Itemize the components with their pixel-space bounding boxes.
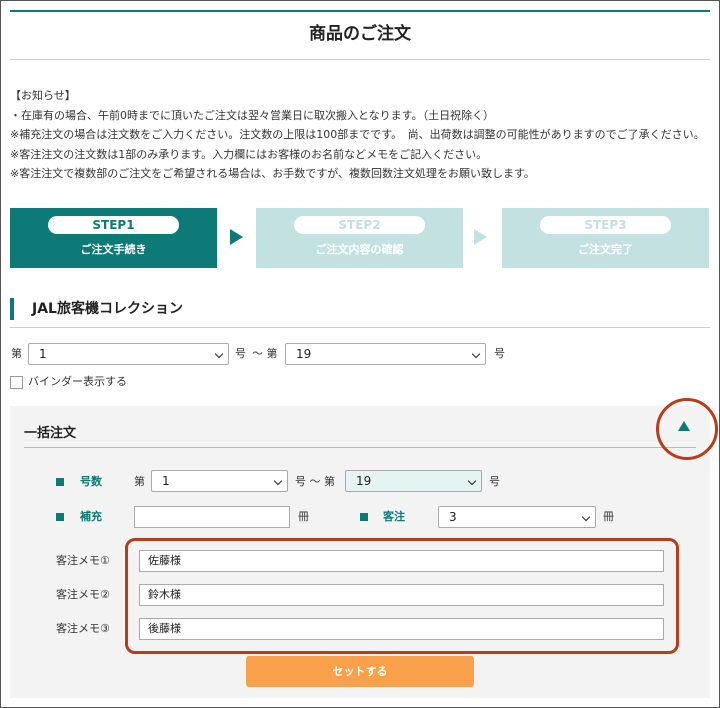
from-prefix-label: 第 [11, 347, 22, 360]
customer-order-select[interactable]: 3 [438, 506, 596, 528]
supplement-quantity-input[interactable] [134, 506, 290, 528]
issue-number-label: 号数 [80, 475, 102, 488]
memo-1-label: 客注メモ① [56, 554, 110, 567]
bulk-to-suffix: 号 [489, 475, 500, 488]
memo-1-input[interactable]: 佐藤様 [139, 550, 664, 572]
issue-to-value: 19 [296, 347, 312, 361]
divider [24, 447, 696, 448]
bulk-issue-to-select[interactable]: 19 [345, 470, 482, 492]
customer-order-unit: 冊 [603, 510, 614, 523]
step-2-sub: ご注文内容の確認 [315, 243, 404, 256]
page-title: 商品のご注文 [309, 24, 411, 44]
step-progress: STEP1 ご注文手続き STEP2 ご注文内容の確認 STEP3 ご注文完了 [10, 208, 710, 268]
memo-2-value: 鈴木様 [148, 588, 181, 601]
bulk-order-title: 一括注文 [24, 426, 77, 441]
set-button[interactable]: セットする [246, 656, 474, 687]
to-prefix-label: 〜 第 [252, 347, 278, 360]
step-2: STEP2 ご注文内容の確認 [256, 208, 463, 268]
bullet-square-icon [360, 513, 368, 521]
chevron-down-icon [467, 476, 477, 486]
step-1-sub: ご注文手続き [80, 243, 147, 256]
annotation-circle [656, 398, 718, 460]
heading-accent-bar [10, 298, 14, 320]
issue-to-select[interactable]: 19 [285, 343, 486, 365]
step-2-label: STEP2 [294, 216, 425, 234]
bulk-issue-from-select[interactable]: 1 [151, 470, 288, 492]
binder-checkbox[interactable] [10, 376, 23, 389]
chevron-down-icon [471, 349, 481, 359]
step-3-sub: ご注文完了 [578, 243, 633, 256]
memo-3-value: 後藤様 [148, 622, 181, 635]
step-1-label: STEP1 [48, 216, 179, 234]
chevron-down-icon [581, 512, 591, 522]
step-3: STEP3 ご注文完了 [502, 208, 709, 268]
bulk-from-prefix: 第 [134, 475, 145, 488]
issue-from-select[interactable]: 1 [28, 343, 229, 365]
notice-line: 【お知らせ】 [10, 89, 76, 102]
bullet-square-icon [56, 513, 64, 521]
collection-title: JAL旅客機コレクション [32, 301, 183, 317]
notice-line: ・在庫有の場合、午前0時までに頂いたご注文は翌々営業日に取次搬入となります。（土… [10, 108, 495, 122]
notice-block: 【お知らせ】 ・在庫有の場合、午前0時までに頂いたご注文は翌々営業日に取次搬入と… [10, 86, 710, 184]
bullet-square-icon [56, 478, 64, 486]
step-1: STEP1 ご注文手続き [10, 208, 217, 268]
bulk-issue-from-value: 1 [162, 474, 170, 488]
customer-order-label: 客注 [383, 510, 405, 523]
memo-3-input[interactable]: 後藤様 [139, 618, 664, 640]
bulk-issue-to-value: 19 [356, 474, 372, 488]
bulk-to-prefix: 号 〜 第 [295, 475, 335, 488]
collection-heading: JAL旅客機コレクション [10, 296, 710, 328]
step-3-label: STEP3 [540, 216, 671, 234]
supplement-unit: 冊 [298, 510, 309, 523]
notice-line: ※補充注文の場合は注文数をご入力ください。注文数の上限は100部までです。 尚、… [10, 128, 705, 141]
step-arrow-icon [230, 229, 243, 245]
notice-line: ※客注注文の注文数は1部のみ承ります。入力欄にはお客様のお名前などメモをご記入く… [10, 147, 488, 161]
step-arrow-icon [474, 229, 487, 245]
memo-1-value: 佐藤様 [148, 554, 181, 567]
to-suffix-label: 号 [494, 347, 505, 360]
chevron-down-icon [273, 476, 283, 486]
memo-3-label: 客注メモ③ [56, 622, 110, 635]
notice-line: ※客注注文で複数部のご注文をご希望される場合は、お手数ですが、複数回数注文処理を… [10, 167, 535, 180]
page-header: 商品のご注文 [10, 10, 710, 60]
supplement-label: 補充 [80, 510, 102, 523]
issue-from-value: 1 [39, 347, 47, 361]
memo-2-label: 客注メモ② [56, 588, 110, 601]
customer-order-value: 3 [449, 510, 457, 524]
chevron-down-icon [214, 349, 224, 359]
from-suffix-label: 号 [235, 347, 246, 360]
memo-2-input[interactable]: 鈴木様 [139, 584, 664, 606]
binder-label: バインダー表示する [28, 375, 127, 388]
